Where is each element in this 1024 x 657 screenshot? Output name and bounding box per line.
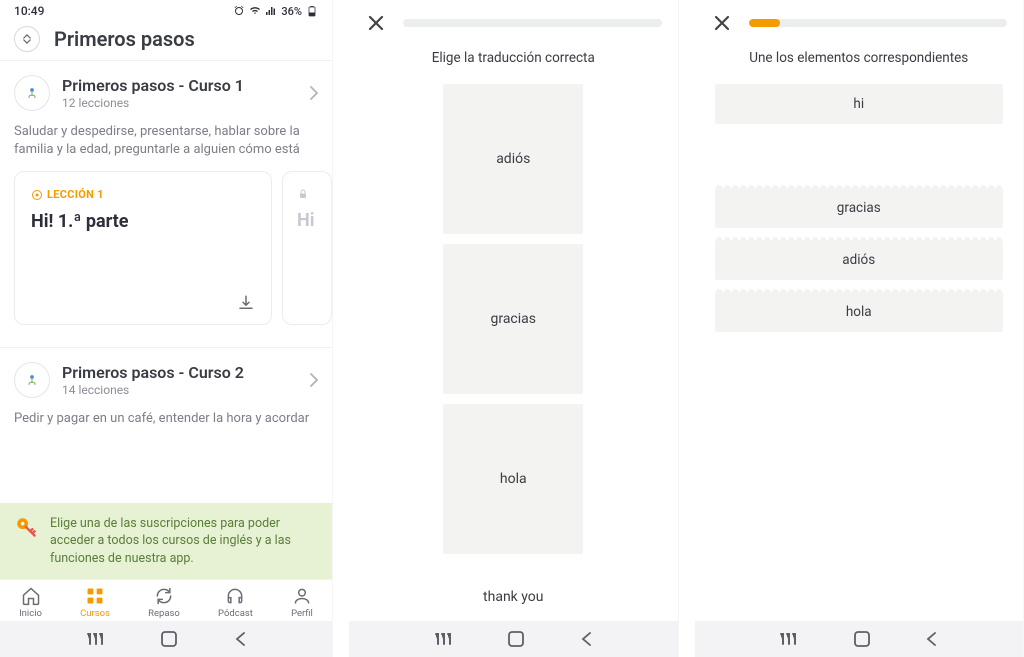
android-nav-bar	[695, 621, 1024, 657]
course-2-desc: Pedir y pagar en un café, entender la ho…	[0, 406, 332, 440]
nav-inicio-label: Inicio	[19, 608, 42, 619]
exercise-top-bar	[349, 0, 678, 42]
lesson-cards-row: LECCIÓN 1 Hi! 1.ª parte Hi	[0, 171, 332, 325]
match-gap	[715, 136, 1004, 176]
screen-match-exercise: Une los elementos correspondientes hi gr…	[695, 0, 1024, 657]
chevron-right-icon	[310, 373, 318, 387]
exercise-top-bar	[695, 0, 1024, 42]
page-header: Primeros pasos	[0, 18, 332, 60]
course-2-header[interactable]: Primeros pasos - Curso 2 14 lecciones	[0, 347, 332, 406]
match-text: adiós	[842, 252, 875, 268]
option-card-1[interactable]: adiós	[443, 84, 583, 234]
lesson-label-text: LECCIÓN 1	[47, 188, 104, 201]
option-text: hola	[500, 471, 527, 487]
course-2-title: Primeros pasos - Curso 2	[62, 363, 298, 382]
screen-translate-exercise: Elige la traducción correcta adiós graci…	[349, 0, 679, 657]
course-1-title: Primeros pasos - Curso 1	[62, 76, 298, 95]
alarm-icon	[233, 5, 245, 17]
plant-icon	[14, 362, 50, 398]
match-option-2[interactable]: adiós	[715, 240, 1004, 280]
match-text: hi	[853, 96, 864, 112]
lock-icon	[297, 188, 309, 200]
headphones-icon	[225, 586, 245, 606]
nav-repaso[interactable]: Repaso	[148, 586, 180, 619]
course-1-header[interactable]: Primeros pasos - Curso 1 12 lecciones	[0, 60, 332, 119]
course-2-lessons: 14 lecciones	[62, 383, 298, 397]
option-card-3[interactable]: hola	[443, 404, 583, 554]
wifi-icon	[249, 5, 261, 17]
android-back[interactable]	[234, 631, 246, 647]
signal-icon	[265, 5, 277, 17]
status-icons: 36%	[233, 5, 318, 18]
android-recent[interactable]	[435, 632, 453, 646]
grid-icon	[85, 586, 105, 606]
collapse-button[interactable]	[14, 26, 40, 52]
match-source[interactable]: hi	[715, 84, 1004, 124]
android-home[interactable]	[854, 631, 870, 647]
screen-courses: 10:49 36% Primeros pasos Primeros pasos …	[0, 0, 333, 657]
options-grid: adiós gracias hola	[349, 84, 678, 554]
lesson-card-label: LECCIÓN 1	[31, 188, 255, 201]
target-icon	[31, 189, 43, 201]
option-text: adiós	[496, 151, 530, 167]
status-battery: 36%	[281, 5, 302, 18]
subscription-banner[interactable]: Elige una de las suscripciones para pode…	[0, 503, 332, 580]
close-icon	[367, 14, 385, 32]
exercise-prompt: Une los elementos correspondientes	[695, 50, 1024, 66]
android-recent[interactable]	[87, 632, 105, 646]
refresh-icon	[154, 586, 174, 606]
lesson-card-2-peek[interactable]: Hi	[282, 171, 332, 325]
bottom-nav: Inicio Cursos Repaso Pódcast Perfil	[0, 579, 332, 621]
chevron-down-icon	[23, 39, 31, 44]
key-icon	[14, 515, 40, 541]
match-column: hi gracias adiós hola	[695, 84, 1024, 332]
nav-podcast[interactable]: Pódcast	[218, 586, 253, 619]
download-icon[interactable]	[237, 294, 255, 312]
android-nav-bar	[349, 621, 678, 657]
match-option-1[interactable]: gracias	[715, 188, 1004, 228]
nav-perfil-label: Perfil	[291, 608, 313, 619]
progress-bar	[749, 19, 1008, 27]
progress-bar	[403, 19, 662, 27]
lesson-card-1[interactable]: LECCIÓN 1 Hi! 1.ª parte	[14, 171, 272, 325]
nav-cursos-label: Cursos	[80, 608, 110, 619]
match-text: gracias	[837, 200, 881, 216]
nav-perfil[interactable]: Perfil	[291, 586, 313, 619]
status-time: 10:49	[14, 4, 44, 18]
option-card-2[interactable]: gracias	[443, 244, 583, 394]
course-1-desc: Saludar y despedirse, presentarse, habla…	[0, 119, 332, 171]
android-recent[interactable]	[780, 632, 798, 646]
android-home[interactable]	[161, 631, 177, 647]
android-home[interactable]	[508, 631, 524, 647]
android-nav-bar	[0, 621, 332, 657]
close-button[interactable]	[365, 12, 387, 34]
exercise-prompt: Elige la traducción correcta	[349, 50, 678, 66]
lesson-card-title: Hi! 1.ª parte	[31, 211, 255, 232]
subscription-text: Elige una de las suscripciones para pode…	[50, 515, 318, 568]
close-button[interactable]	[711, 12, 733, 34]
plant-icon	[14, 75, 50, 111]
lock-label	[297, 188, 331, 200]
battery-icon	[306, 5, 318, 17]
answer-word: thank you	[349, 589, 678, 605]
match-text: hola	[846, 304, 872, 320]
page-title: Primeros pasos	[54, 27, 195, 51]
home-icon	[21, 586, 41, 606]
course-1-lessons: 12 lecciones	[62, 96, 298, 110]
nav-podcast-label: Pódcast	[218, 608, 253, 619]
nav-cursos[interactable]: Cursos	[80, 586, 110, 619]
profile-icon	[292, 586, 312, 606]
chevron-right-icon	[310, 86, 318, 100]
lesson-peek-title: Hi	[297, 210, 331, 231]
option-text: gracias	[490, 311, 536, 327]
android-back[interactable]	[925, 631, 937, 647]
progress-fill	[749, 19, 780, 27]
android-status-bar: 10:49 36%	[0, 0, 332, 18]
match-option-3[interactable]: hola	[715, 292, 1004, 332]
nav-inicio[interactable]: Inicio	[19, 586, 42, 619]
android-back[interactable]	[580, 631, 592, 647]
nav-repaso-label: Repaso	[148, 608, 180, 619]
close-icon	[713, 14, 731, 32]
